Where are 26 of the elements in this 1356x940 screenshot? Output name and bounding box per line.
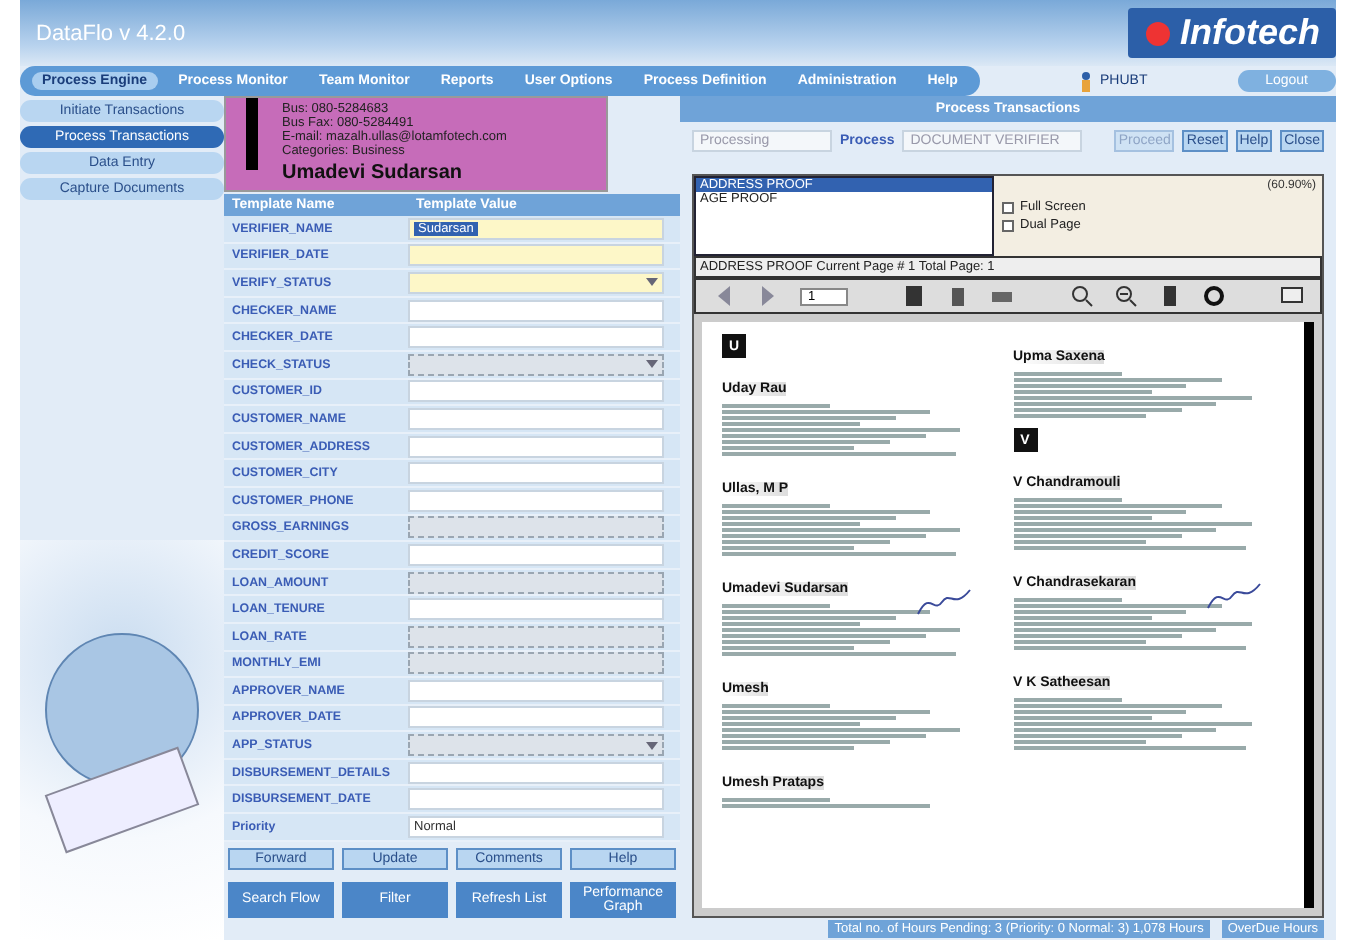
input-field[interactable] (408, 462, 664, 485)
company-logo: Infotech (1128, 8, 1336, 58)
dropdown-arrow-icon (646, 278, 658, 287)
input-field[interactable] (408, 299, 664, 322)
user-icon (1080, 71, 1092, 91)
input-field[interactable] (408, 706, 664, 729)
input-field[interactable] (408, 543, 664, 566)
input-field[interactable] (408, 679, 664, 702)
input-field[interactable] (408, 788, 664, 811)
input-field[interactable] (408, 598, 664, 621)
window-title: DataFlo v 4.2.0 (36, 21, 186, 45)
input-field[interactable] (408, 380, 664, 403)
dropdown-arrow-icon (646, 741, 658, 750)
monitor-icon[interactable] (1279, 284, 1304, 308)
zoom-out-icon[interactable] (1113, 284, 1138, 308)
redaction-bar (246, 98, 258, 170)
input-field[interactable] (408, 435, 664, 458)
dropdown[interactable] (408, 271, 664, 294)
input-field[interactable] (408, 489, 664, 512)
zoom-in-icon[interactable] (1069, 284, 1094, 308)
input-field[interactable] (408, 326, 664, 349)
input-field[interactable] (408, 407, 664, 430)
dropdown-arrow-icon (646, 360, 658, 369)
input-field[interactable] (408, 244, 664, 267)
contact-name: Umadevi Sudarsan (282, 162, 465, 184)
input-field[interactable] (408, 761, 664, 784)
